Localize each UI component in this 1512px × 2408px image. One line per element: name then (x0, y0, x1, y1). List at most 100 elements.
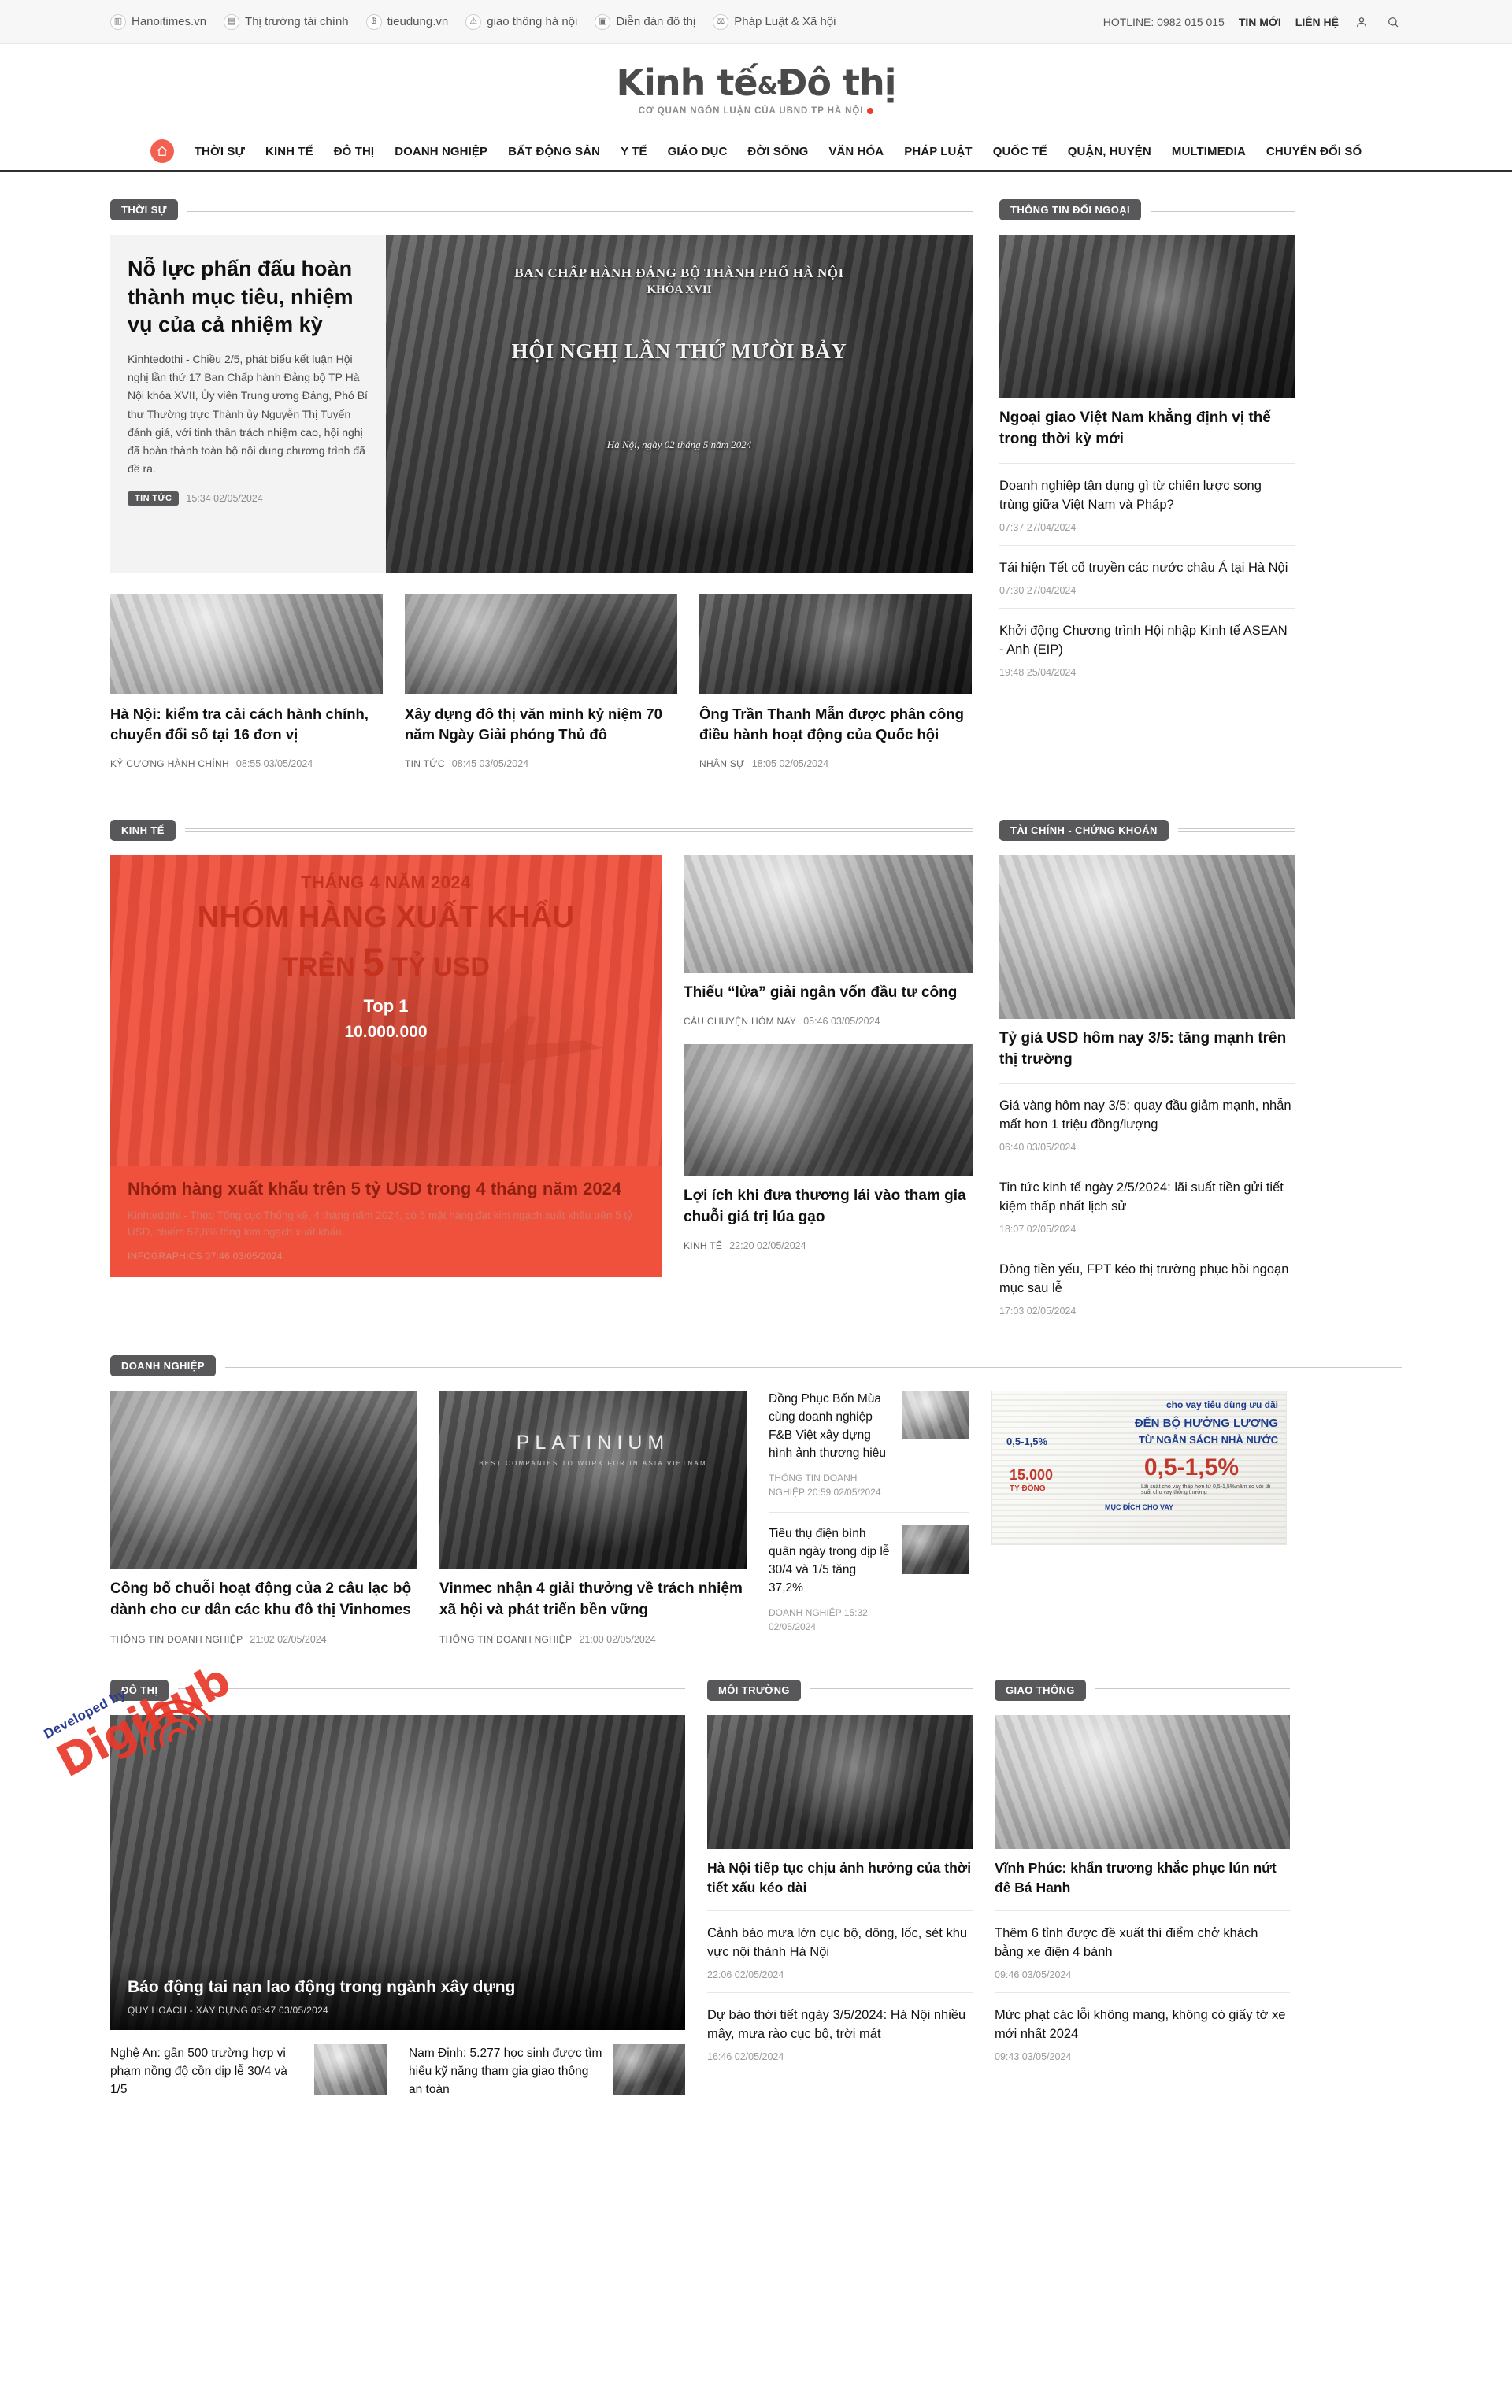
card-title[interactable]: Hà Nội: kiểm tra cải cách hành chính, ch… (110, 704, 383, 746)
nav-item-bat-dong-san[interactable]: BẤT ĐỘNG SẢN (508, 145, 600, 158)
infographic-image[interactable]: THÁNG 4 NĂM 2024 NHÓM HÀNG XUẤT KHẨU TRÊ… (110, 854, 662, 1166)
lien-he-link[interactable]: LIÊN HỆ (1295, 16, 1339, 28)
section-chip-doanh-nghiep[interactable]: DOANH NGHIỆP (110, 1355, 216, 1376)
card-thumbnail[interactable] (684, 854, 973, 973)
nav-item-phap-luat[interactable]: PHÁP LUẬT (904, 145, 972, 158)
list-item-thumbnail[interactable] (314, 2043, 387, 2095)
nav-item-do-thi[interactable]: ĐÔ THỊ (334, 145, 374, 158)
list-item[interactable]: Mức phạt các lỗi không mang, không có gi… (995, 1992, 1290, 2074)
site-logo[interactable]: Kinh tế&Đô thị CƠ QUAN NGÔN LUẬN CỦA UBN… (617, 65, 897, 116)
lead-title[interactable]: Vĩnh Phúc: khẩn trương khắc phục lún nứt… (995, 1858, 1290, 1899)
card-title[interactable]: Vinmec nhận 4 giải thưởng về trách nhiệm… (439, 1579, 747, 1621)
lead-image[interactable] (999, 854, 1295, 1019)
card-category[interactable]: THÔNG TIN DOANH NGHIỆP (110, 1634, 243, 1645)
card-category[interactable]: THÔNG TIN DOANH NGHIỆP (439, 1634, 572, 1645)
nav-item-doanh-nghiep[interactable]: DOANH NGHIỆP (395, 145, 487, 158)
home-icon[interactable] (150, 139, 174, 163)
nav-item-giao-duc[interactable]: GIÁO DỤC (668, 145, 728, 158)
list-item-title[interactable]: Tiêu thụ điện bình quân ngày trong dịp l… (769, 1525, 892, 1598)
hero-article-thoi-su[interactable]: Nỗ lực phấn đấu hoàn thành mục tiêu, nhi… (110, 235, 973, 573)
card-title[interactable]: Công bố chuỗi hoạt động của 2 câu lạc bộ… (110, 1579, 417, 1621)
list-item-category[interactable]: DOANH NGHIỆP (769, 1607, 841, 1618)
list-item-title[interactable]: Doanh nghiệp tận dụng gì từ chiến lược s… (999, 477, 1295, 515)
card-category[interactable]: CÂU CHUYỆN HÔM NAY (684, 1016, 796, 1027)
nav-item-quan-huyen[interactable]: QUẬN, HUYỆN (1068, 145, 1151, 158)
article-card[interactable]: Xây dựng đô thị văn minh kỷ niệm 70 năm … (405, 594, 677, 769)
section-chip-thoi-su[interactable]: THỜI SỰ (110, 199, 178, 220)
nav-item-multimedia[interactable]: MULTIMEDIA (1172, 145, 1246, 158)
nav-item-y-te[interactable]: Y TẾ (621, 145, 647, 158)
topbar-link-thi-truong-tai-chinh[interactable]: ▤ Thị trường tài chính (224, 13, 349, 30)
list-item[interactable]: Nghệ An: gần 500 trường hợp vi phạm nồng… (110, 2043, 387, 2099)
hero-category[interactable]: QUY HOẠCH - XÂY DỰNG (128, 2005, 248, 2016)
list-item-title[interactable]: Giá vàng hôm nay 3/5: quay đầu giảm mạnh… (999, 1097, 1295, 1135)
hero-category-chip[interactable]: TIN TỨC (128, 491, 180, 506)
list-item-title[interactable]: Tin tức kinh tế ngày 2/5/2024: lãi suất … (999, 1179, 1295, 1217)
section-chip-moi-truong[interactable]: MÔI TRƯỜNG (707, 1679, 801, 1701)
list-item[interactable]: Tái hiện Tết cổ truyền các nước châu Á t… (999, 544, 1295, 608)
card-thumbnail[interactable] (110, 594, 383, 694)
card-thumbnail[interactable] (110, 1391, 417, 1569)
list-item[interactable]: Giá vàng hôm nay 3/5: quay đầu giảm mạnh… (999, 1083, 1295, 1165)
list-item-thumbnail[interactable] (902, 1391, 969, 1439)
card-thumbnail[interactable] (405, 594, 677, 694)
list-item-title[interactable]: Dòng tiền yếu, FPT kéo thị trường phục h… (999, 1261, 1295, 1298)
list-item[interactable]: Thêm 6 tỉnh được đề xuất thí điểm chở kh… (995, 1910, 1290, 1992)
giao-thong-lead[interactable]: Vĩnh Phúc: khẩn trương khắc phục lún nứt… (995, 1714, 1290, 1899)
list-item-title[interactable]: Nghệ An: gần 500 trường hợp vi phạm nồng… (110, 2044, 305, 2099)
card-category[interactable]: KỶ CƯƠNG HÀNH CHÍNH (110, 758, 229, 769)
list-item[interactable]: Doanh nghiệp tận dụng gì từ chiến lược s… (999, 462, 1295, 545)
lead-image[interactable] (999, 235, 1295, 398)
list-item[interactable]: Tiêu thụ điện bình quân ngày trong dịp l… (769, 1511, 969, 1647)
list-item[interactable]: Dự báo thời tiết ngày 3/5/2024: Hà Nội n… (707, 1992, 973, 2074)
search-icon[interactable] (1384, 13, 1402, 31)
moi-truong-lead[interactable]: Hà Nội tiếp tục chịu ảnh hưởng của thời … (707, 1714, 973, 1899)
list-item-title[interactable]: Khởi động Chương trình Hội nhập Kinh tế … (999, 622, 1295, 660)
list-item[interactable]: Đồng Phục Bốn Mùa cùng doanh nghiệp F&B … (769, 1391, 969, 1512)
infographic-caption-category[interactable]: INFOGRAPHICS (128, 1250, 202, 1261)
list-item[interactable]: Tin tức kinh tế ngày 2/5/2024: lãi suất … (999, 1165, 1295, 1247)
nav-item-doi-song[interactable]: ĐỜI SỐNG (747, 145, 808, 158)
list-item-title[interactable]: Tái hiện Tết cổ truyền các nước châu Á t… (999, 559, 1295, 578)
list-item-title[interactable]: Mức phạt các lỗi không mang, không có gi… (995, 2006, 1290, 2044)
user-icon[interactable] (1353, 13, 1370, 31)
card-thumbnail[interactable] (699, 594, 972, 694)
list-item-title[interactable]: Đồng Phục Bốn Mùa cùng doanh nghiệp F&B … (769, 1391, 892, 1463)
nav-item-quoc-te[interactable]: QUỐC TẾ (993, 145, 1047, 158)
nav-item-thoi-su[interactable]: THỜI SỰ (195, 145, 245, 158)
hero-image[interactable]: BAN CHẤP HÀNH ĐẢNG BỘ THÀNH PHỐ HÀ NỘI K… (386, 235, 973, 573)
nav-item-kinh-te[interactable]: KINH TẾ (265, 145, 313, 158)
list-item-title[interactable]: Cảnh báo mưa lớn cục bộ, dông, lốc, sét … (707, 1925, 973, 1962)
list-item[interactable]: Cảnh báo mưa lớn cục bộ, dông, lốc, sét … (707, 1910, 973, 1992)
list-item-thumbnail[interactable] (902, 1524, 969, 1574)
topbar-link-hanoitimes[interactable]: ▥ Hanoitimes.vn (110, 13, 206, 30)
nav-item-van-hoa[interactable]: VĂN HÓA (828, 145, 884, 158)
article-card[interactable]: Thiếu “lửa” giải ngân vốn đầu tư công CÂ… (684, 854, 973, 1027)
list-item-thumbnail[interactable] (613, 2043, 685, 2095)
lead-title[interactable]: Hà Nội tiếp tục chịu ảnh hưởng của thời … (707, 1858, 973, 1899)
infographic-article[interactable]: THÁNG 4 NĂM 2024 NHÓM HÀNG XUẤT KHẨU TRÊ… (110, 854, 662, 1277)
card-category[interactable]: KINH TẾ (684, 1240, 722, 1251)
section-chip-do-thi[interactable]: ĐÔ THỊ (110, 1679, 169, 1701)
article-card[interactable]: PLATINIUM BEST COMPANIES TO WORK FOR IN … (439, 1391, 747, 1647)
list-item-title[interactable]: Nam Định: 5.277 học sinh được tìm hiểu k… (409, 2044, 603, 2099)
card-category[interactable]: TIN TỨC (405, 758, 445, 769)
topbar-link-tieudung[interactable]: $ tieudung.vn (365, 13, 448, 30)
list-item[interactable]: Khởi động Chương trình Hội nhập Kinh tế … (999, 607, 1295, 690)
advertisement-banner[interactable]: cho vay tiêu dùng ưu đãi ĐẾN BỘ HƯỞNG LƯ… (991, 1391, 1287, 1647)
lead-title[interactable]: Ngoại giao Việt Nam khẳng định vị thế tr… (999, 408, 1295, 450)
card-thumbnail[interactable]: PLATINIUM BEST COMPANIES TO WORK FOR IN … (439, 1391, 747, 1569)
section-chip-tai-chinh[interactable]: TÀI CHÍNH - CHỨNG KHOÁN (999, 819, 1169, 841)
topbar-link-phap-luat-xa-hoi[interactable]: ⚖ Pháp Luật & Xã hội (713, 13, 836, 30)
list-item-title[interactable]: Thêm 6 tỉnh được đề xuất thí điểm chở kh… (995, 1925, 1290, 1962)
article-card[interactable]: Lợi ích khi đưa thương lái vào tham gia … (684, 1044, 973, 1251)
card-thumbnail[interactable] (684, 1044, 973, 1177)
tai-chinh-lead[interactable]: Tỷ giá USD hôm nay 3/5: tăng mạnh trên t… (999, 854, 1295, 1071)
lead-title[interactable]: Tỷ giá USD hôm nay 3/5: tăng mạnh trên t… (999, 1028, 1295, 1071)
topbar-link-dien-dan-do-thi[interactable]: ▣ Diễn đàn đô thị (595, 13, 695, 30)
do-thi-hero[interactable]: Báo động tai nạn lao động trong ngành xâ… (110, 1714, 685, 2030)
section-chip-kinh-te[interactable]: KINH TẾ (110, 819, 176, 841)
ad-image[interactable]: cho vay tiêu dùng ưu đãi ĐẾN BỘ HƯỞNG LƯ… (991, 1391, 1287, 1545)
card-title[interactable]: Thiếu “lửa” giải ngân vốn đầu tư công (684, 983, 973, 1004)
article-card[interactable]: Công bố chuỗi hoạt động của 2 câu lạc bộ… (110, 1391, 417, 1647)
